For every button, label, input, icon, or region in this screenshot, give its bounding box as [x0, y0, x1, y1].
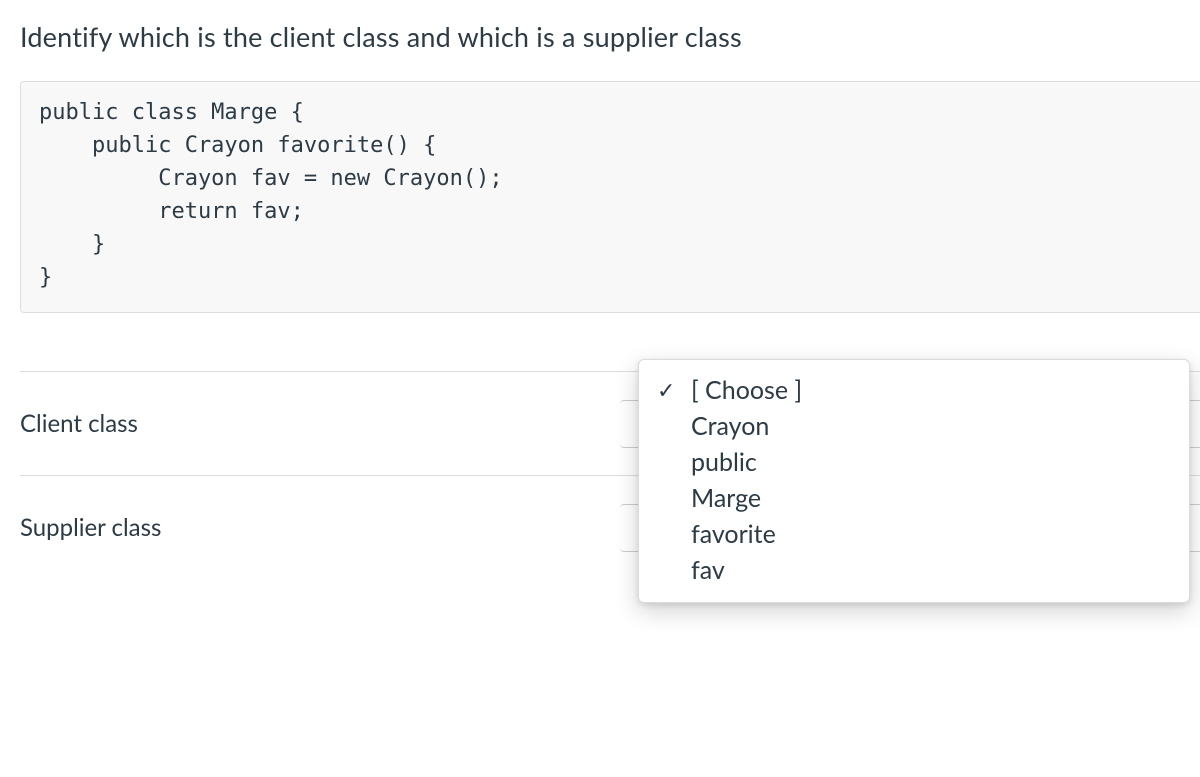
code-block: public class Marge { public Crayon favor…	[20, 81, 1200, 313]
option-text: favorite	[691, 519, 776, 549]
dropdown-option-fav[interactable]: fav	[639, 552, 1189, 588]
option-text: Marge	[691, 483, 761, 513]
dropdown-option-crayon[interactable]: Crayon	[639, 408, 1189, 444]
option-text: fav	[691, 555, 725, 585]
dropdown-panel[interactable]: ✓ [ Choose ] Crayon public Marge favorit…	[638, 359, 1190, 603]
option-text: Crayon	[691, 411, 769, 441]
check-icon: ✓	[657, 376, 691, 404]
option-text: public	[691, 447, 757, 477]
dropdown-option-favorite[interactable]: favorite	[639, 516, 1189, 552]
dropdown-option-public[interactable]: public	[639, 444, 1189, 480]
dropdown-option-marge[interactable]: Marge	[639, 480, 1189, 516]
option-text: [ Choose ]	[691, 375, 802, 405]
label-supplier-class: Supplier class	[20, 477, 620, 578]
dropdown-option-choose[interactable]: ✓ [ Choose ]	[639, 372, 1189, 408]
question-title: Identify which is the client class and w…	[20, 20, 1200, 53]
label-client-class: Client class	[20, 373, 620, 474]
